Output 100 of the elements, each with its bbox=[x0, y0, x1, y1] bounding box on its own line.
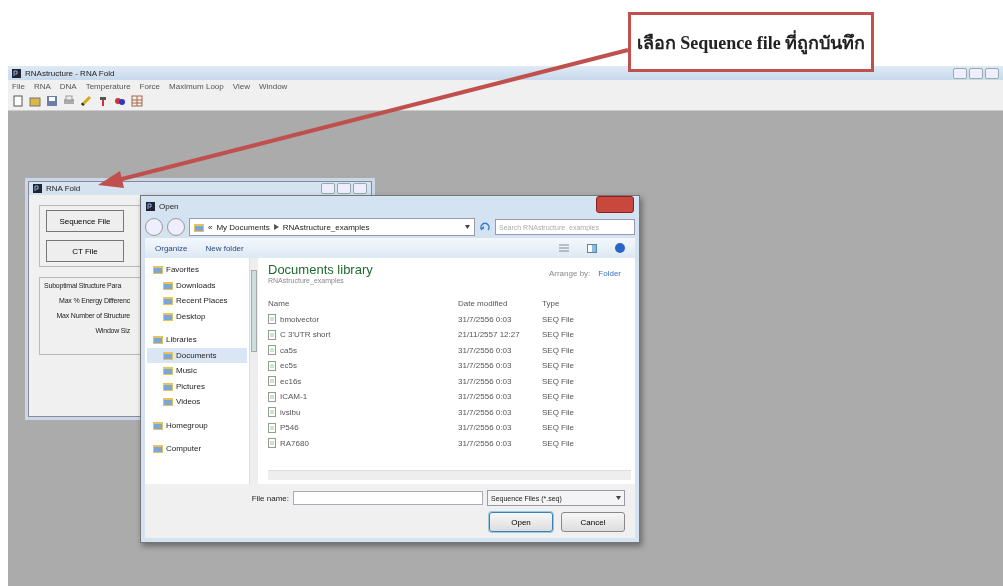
document-icon bbox=[268, 438, 276, 449]
library-title: Documents library bbox=[268, 262, 373, 277]
file-name[interactable]: C 3'UTR short bbox=[280, 330, 331, 340]
table-cell-text: SEQ File bbox=[542, 375, 575, 388]
table-cell-text: 31/7/2556 0:03 bbox=[458, 375, 513, 388]
file-name-field[interactable] bbox=[293, 491, 483, 505]
nav-item[interactable]: Videos bbox=[147, 394, 247, 410]
app-icon bbox=[146, 201, 155, 211]
minimize-button[interactable] bbox=[953, 67, 967, 79]
file-button[interactable]: CT File bbox=[46, 240, 124, 262]
new-folder-button[interactable]: New folder bbox=[205, 243, 244, 253]
field-label: File name: bbox=[251, 493, 289, 503]
maximize-button[interactable] bbox=[969, 67, 983, 79]
document-icon bbox=[268, 360, 276, 371]
nav-item[interactable]: Homegroup bbox=[147, 417, 247, 433]
horizontal-scrollbar[interactable] bbox=[268, 470, 631, 480]
column-header[interactable]: Name bbox=[268, 296, 458, 312]
nav-item[interactable]: Recent Places bbox=[147, 293, 247, 309]
refresh-icon[interactable] bbox=[479, 221, 491, 233]
file-name[interactable]: ICAM-1 bbox=[280, 392, 308, 402]
minimize-button[interactable] bbox=[321, 183, 335, 194]
table-cell-text: 31/7/2556 0:03 bbox=[458, 437, 513, 450]
close-button[interactable] bbox=[596, 195, 634, 213]
save-icon[interactable] bbox=[46, 95, 58, 107]
menu-item[interactable]: RNA bbox=[33, 81, 51, 91]
table-cell-text: SEQ File bbox=[542, 391, 575, 404]
document-icon bbox=[268, 376, 276, 387]
folder-icon bbox=[153, 444, 163, 454]
file-button[interactable]: Sequence File bbox=[46, 210, 124, 232]
print-icon[interactable] bbox=[63, 95, 75, 107]
table-cell-text: SEQ File bbox=[542, 313, 575, 326]
breadcrumb-item[interactable]: RNAstructure_examples bbox=[282, 222, 370, 232]
cancel-button[interactable]: Cancel bbox=[561, 512, 625, 532]
nav-item[interactable]: Music bbox=[147, 363, 247, 379]
table-cell-text: SEQ File bbox=[542, 329, 575, 342]
nav-item[interactable]: Favorites bbox=[147, 262, 247, 278]
file-name[interactable]: bmoivector bbox=[280, 314, 320, 324]
arrange-label: Arrange by: bbox=[548, 268, 591, 278]
chevron-icon bbox=[273, 224, 279, 230]
document-icon bbox=[268, 314, 276, 325]
menu-item[interactable]: Window bbox=[258, 81, 288, 91]
nav-item[interactable]: Desktop bbox=[147, 308, 247, 324]
file-name[interactable]: ivslbu bbox=[280, 407, 301, 417]
table-cell-text: 31/7/2556 0:03 bbox=[458, 360, 513, 373]
document-icon bbox=[268, 407, 276, 418]
document-icon bbox=[268, 422, 276, 433]
dialog-title: Open bbox=[159, 201, 179, 211]
document-icon bbox=[268, 391, 276, 402]
file-name[interactable]: RA7680 bbox=[280, 438, 309, 448]
organize-menu[interactable]: Organize bbox=[155, 243, 188, 253]
nav-item[interactable]: Libraries bbox=[147, 332, 247, 348]
dropdown-icon bbox=[616, 496, 621, 500]
menu-item[interactable]: File bbox=[12, 81, 25, 91]
menu-item[interactable]: Maximum Loop bbox=[169, 81, 224, 91]
file-name[interactable]: ca5s bbox=[280, 345, 297, 355]
table-cell-text: 31/7/2556 0:03 bbox=[458, 406, 513, 419]
preview-pane-icon[interactable] bbox=[587, 243, 597, 253]
file-name[interactable]: ec16s bbox=[280, 376, 302, 386]
table-cell-text: 31/7/2556 0:03 bbox=[458, 344, 513, 357]
back-button[interactable] bbox=[145, 218, 163, 236]
folder-icon bbox=[153, 420, 163, 430]
file-name[interactable]: ec5s bbox=[280, 361, 297, 371]
dropdown-icon[interactable] bbox=[465, 225, 470, 229]
app-icon bbox=[12, 68, 21, 78]
scrollbar[interactable] bbox=[249, 258, 258, 484]
column-header[interactable]: Date modified bbox=[458, 296, 542, 312]
scroll-thumb[interactable] bbox=[251, 270, 257, 352]
folder-icon bbox=[194, 222, 204, 232]
graph-icon[interactable] bbox=[114, 95, 126, 107]
menu-item[interactable]: Temperature bbox=[85, 81, 131, 91]
address-bar[interactable]: « My Documents RNAstructure_examples bbox=[189, 218, 475, 236]
arrange-dropdown[interactable]: Folder bbox=[598, 268, 621, 278]
table-cell-text: 31/7/2556 0:03 bbox=[458, 391, 513, 404]
nav-item[interactable]: Pictures bbox=[147, 378, 247, 394]
forward-button[interactable] bbox=[167, 218, 185, 236]
open-icon[interactable] bbox=[29, 95, 41, 107]
new-document-icon[interactable] bbox=[12, 95, 24, 107]
nav-item[interactable]: Downloads bbox=[147, 277, 247, 293]
breadcrumb-item[interactable]: My Documents bbox=[216, 222, 270, 232]
open-button[interactable]: Open bbox=[489, 512, 553, 532]
view-icon[interactable] bbox=[559, 244, 569, 252]
menu-item[interactable]: DNA bbox=[59, 81, 77, 91]
grid-icon[interactable] bbox=[131, 95, 143, 107]
close-button[interactable] bbox=[353, 183, 367, 194]
menu-item[interactable]: View bbox=[232, 81, 250, 91]
table-cell-text: SEQ File bbox=[542, 360, 575, 373]
table-cell-text: SEQ File bbox=[542, 344, 575, 357]
nav-item[interactable]: Documents bbox=[147, 347, 247, 363]
close-button[interactable] bbox=[985, 67, 999, 79]
pencil-icon[interactable] bbox=[80, 95, 92, 107]
overflow-chevron[interactable]: « bbox=[208, 222, 213, 232]
tool-icon[interactable] bbox=[97, 95, 109, 107]
maximize-button[interactable] bbox=[337, 183, 351, 194]
menu-item[interactable]: Force bbox=[139, 81, 161, 91]
column-header[interactable]: Type bbox=[542, 296, 602, 312]
file-name[interactable]: P546 bbox=[280, 423, 299, 433]
table-cell-text: 31/7/2556 0:03 bbox=[458, 313, 513, 326]
app-icon bbox=[33, 184, 42, 193]
nav-item[interactable]: Computer bbox=[147, 441, 247, 457]
table-cell-text: SEQ File bbox=[542, 437, 575, 450]
